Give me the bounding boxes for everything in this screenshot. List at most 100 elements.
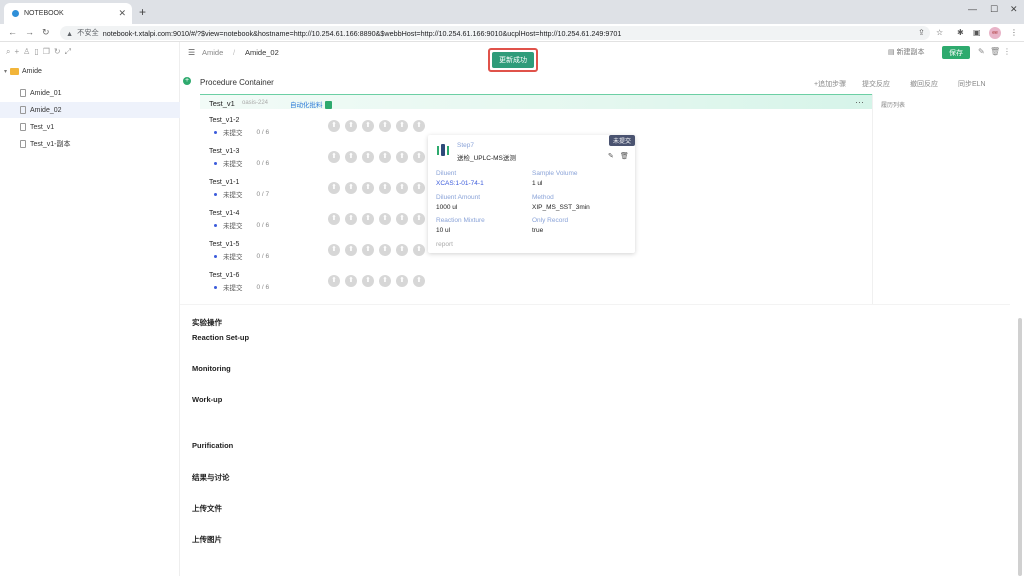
step-circle-icon[interactable]: ⬆ [379, 182, 391, 194]
step-circle-icon[interactable]: ⬆ [379, 120, 391, 132]
procedure-row-name[interactable]: Test_v1-4 [209, 210, 239, 217]
step-circle-icon[interactable]: ⬆ [396, 120, 408, 132]
step-circle-icon[interactable]: ⬆ [413, 213, 425, 225]
url-field[interactable]: ▲ 不安全 notebook-t.xtalpi.com:9010/#/?$vie… [60, 26, 930, 40]
step-circle-icon[interactable]: ⬆ [362, 151, 374, 163]
step-circle-icon[interactable]: ⬆ [362, 244, 374, 256]
procedure-row-name[interactable]: Test_v1-5 [209, 241, 239, 248]
section-experiment-operation: 实验操作 [192, 318, 222, 327]
copy-icon[interactable]: ❐ [43, 47, 50, 57]
step-circle-icon[interactable]: ⬆ [396, 182, 408, 194]
delete-icon[interactable]: 🗑 [620, 152, 629, 160]
withdraw-reaction-button[interactable]: 撤回反应 [910, 79, 938, 89]
step-circle-icon[interactable]: ⬆ [413, 244, 425, 256]
step-circle-icon[interactable]: ⬆ [379, 213, 391, 225]
new-tab-button[interactable]: + [139, 5, 146, 19]
step-circle-icon[interactable]: ⬆ [396, 275, 408, 287]
browser-menu-icon[interactable]: ⋮ [1010, 28, 1018, 37]
minimize-icon[interactable]: — [968, 4, 977, 14]
step-circle-icon[interactable]: ⬆ [328, 244, 340, 256]
save-button[interactable]: 保存 [942, 46, 970, 59]
sidebar-item-amide-01[interactable]: Amide_01 [0, 85, 180, 101]
browser-tab[interactable]: NOTEBOOK ✕ [4, 3, 132, 24]
step-circle-icon[interactable]: ⬆ [379, 275, 391, 287]
edit-icon[interactable]: ✎ [978, 47, 985, 56]
step-circle-icon[interactable]: ⬆ [362, 275, 374, 287]
history-panel: 履历列表 [872, 94, 1000, 304]
step-circle-icon[interactable]: ⬆ [345, 182, 357, 194]
step-circle-icon[interactable]: ⬆ [328, 120, 340, 132]
step-circle-icon[interactable]: ⬆ [345, 151, 357, 163]
sidepanel-icon[interactable]: ▣ [973, 28, 981, 37]
append-step-button[interactable]: +追加步骤 [814, 79, 846, 89]
step-circle-icon[interactable]: ⬆ [345, 244, 357, 256]
step-icons: ⬆ ⬆ ⬆ ⬆ ⬆ ⬆ [328, 275, 425, 287]
step-circle-icon[interactable]: ⬆ [413, 120, 425, 132]
sync-eln-button[interactable]: 同步ELN [958, 79, 986, 89]
step-circle-icon[interactable]: ⬆ [328, 151, 340, 163]
more-options-icon[interactable]: ··· [855, 97, 864, 107]
scrollbar[interactable] [1018, 318, 1022, 576]
step-circle-icon[interactable]: ⬆ [362, 182, 374, 194]
search-icon[interactable]: ⌕ [6, 47, 10, 57]
step-circle-icon[interactable]: ⬆ [379, 244, 391, 256]
step-circle-icon[interactable]: ⬆ [328, 275, 340, 287]
edit-icon[interactable]: ✎ [608, 152, 614, 160]
method-label: Method [532, 194, 554, 201]
step-progress: 0 / 6 [256, 221, 270, 229]
diluent-value[interactable]: XCAS:1-01-74-1 [436, 180, 484, 187]
step-circle-icon[interactable]: ⬆ [396, 213, 408, 225]
profile-avatar[interactable]: ee [989, 27, 1001, 39]
sidebar-item-amide-02[interactable]: Amide_02 [0, 102, 180, 118]
auto-batch-link[interactable]: 自动化批料 [290, 99, 332, 110]
sidebar-folder-amide[interactable]: ▾ Amide [4, 68, 42, 75]
chevron-down-icon[interactable]: ▾ [4, 68, 7, 75]
procedure-row-name[interactable]: Test_v1-3 [209, 148, 239, 155]
procedure-row-name[interactable]: Test_v1-6 [209, 272, 239, 279]
step-circle-icon[interactable]: ⬆ [379, 151, 391, 163]
maximize-icon[interactable]: ☐ [990, 4, 998, 15]
status-label: 未提交 [223, 161, 243, 168]
refresh-icon[interactable]: ↻ [54, 47, 61, 57]
step-circle-icon[interactable]: ⬆ [328, 182, 340, 194]
sidebar-item-test-v1-copy[interactable]: Test_v1-副本 [0, 136, 180, 152]
status-badge: 未提交 [608, 135, 635, 146]
submit-reaction-button[interactable]: 提交反应 [862, 79, 890, 89]
sample-volume-value: 1 ul [532, 180, 543, 187]
more-icon[interactable]: ⋮ [1003, 47, 1011, 56]
tab-close-icon[interactable]: ✕ [118, 8, 126, 19]
step-circle-icon[interactable]: ⬆ [413, 182, 425, 194]
step-circle-icon[interactable]: ⬆ [362, 213, 374, 225]
success-toast: 更新成功 [488, 48, 538, 72]
share-icon[interactable]: ⇪ [918, 28, 925, 37]
user-icon[interactable]: ♙ [23, 47, 30, 57]
back-icon[interactable]: ← [8, 27, 17, 37]
add-procedure-icon[interactable]: + [183, 77, 191, 85]
delete-icon[interactable]: 🗑 [990, 47, 1000, 56]
window-close-icon[interactable]: ✕ [1010, 4, 1018, 15]
extensions-icon[interactable]: ✱ [957, 28, 964, 37]
spreadsheet-icon[interactable] [324, 101, 332, 110]
step-circle-icon[interactable]: ⬆ [396, 151, 408, 163]
step-circle-icon[interactable]: ⬆ [345, 213, 357, 225]
breadcrumb-parent[interactable]: Amide [202, 48, 223, 57]
reload-icon[interactable]: ↻ [42, 27, 50, 38]
file-icon[interactable]: ▯ [34, 47, 38, 57]
step-circle-icon[interactable]: ⬆ [413, 151, 425, 163]
sidebar-item-test-v1[interactable]: Test_v1 [0, 119, 180, 135]
procedure-row-name[interactable]: Test_v1-2 [209, 117, 239, 124]
bookmark-star-icon[interactable]: ☆ [936, 28, 943, 37]
add-icon[interactable]: + [14, 47, 19, 57]
new-copy-button[interactable]: ▤ 新建副本 [888, 47, 925, 57]
step-circle-icon[interactable]: ⬆ [413, 275, 425, 287]
expand-icon[interactable]: ⤢ [65, 47, 71, 57]
forward-icon[interactable]: → [25, 27, 34, 37]
insecure-warning-icon[interactable]: ▲ [66, 29, 73, 38]
step-circle-icon[interactable]: ⬆ [328, 213, 340, 225]
step-circle-icon[interactable]: ⬆ [345, 120, 357, 132]
menu-toggle-icon[interactable]: ☰ [188, 48, 195, 57]
step-circle-icon[interactable]: ⬆ [345, 275, 357, 287]
procedure-row-name[interactable]: Test_v1-1 [209, 179, 239, 186]
step-circle-icon[interactable]: ⬆ [362, 120, 374, 132]
step-circle-icon[interactable]: ⬆ [396, 244, 408, 256]
